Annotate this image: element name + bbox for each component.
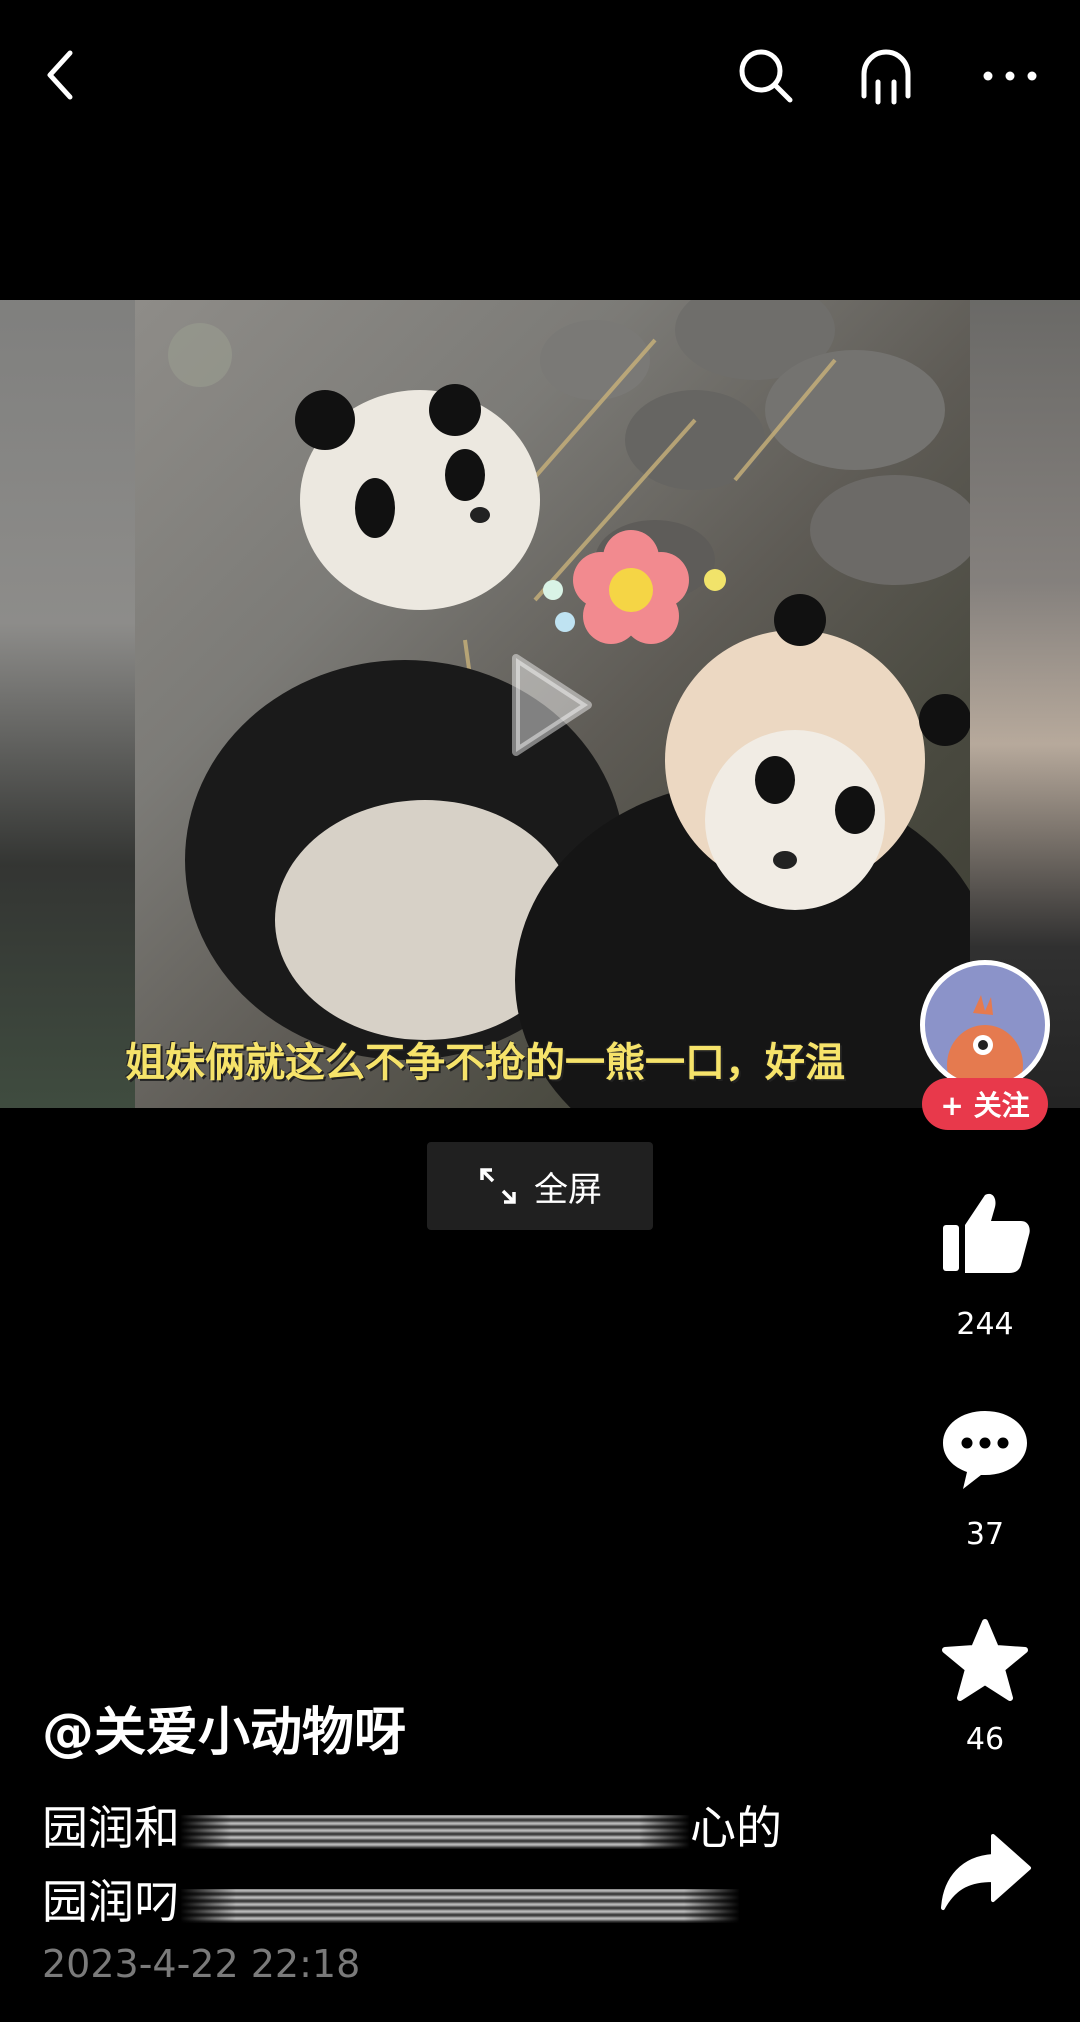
more-horizontal-icon [983,71,1037,81]
back-button[interactable] [30,35,90,115]
comment-action[interactable]: 37 [918,1405,1052,1552]
fullscreen-button[interactable]: 全屏 [427,1142,653,1230]
search-button[interactable] [730,40,802,112]
redacted-text [180,1888,740,1923]
star-icon [942,1619,1028,1701]
play-button[interactable] [498,650,598,760]
avatar-image [947,995,1023,1085]
headphones-icon [861,49,911,105]
favorite-count: 46 [965,1722,1005,1757]
description-line-2-start: 园润叼 [42,1875,180,1929]
video-blur-left [0,300,135,1108]
follow-label: + 关注 [940,1089,1030,1122]
like-action[interactable]: 244 [918,1185,1052,1342]
share-icon [941,1834,1031,1910]
comment-icon [943,1411,1027,1489]
video-subtitle: 姐妹俩就这么不争不抢的一熊一口，好温 [125,1040,845,1086]
share-action[interactable] [918,1830,1052,1918]
video-player[interactable]: 姐妹俩就这么不争不抢的一熊一口，好温 [0,300,1080,1108]
more-button[interactable] [970,40,1050,112]
thumbs-up-icon [943,1193,1030,1273]
expand-icon [480,1168,516,1204]
redacted-text [180,1814,690,1849]
creator-avatar[interactable] [920,960,1050,1090]
search-icon [739,49,793,103]
description-line-1-end: 心的 [690,1801,782,1855]
play-icon [512,654,592,756]
listen-button[interactable] [850,40,922,112]
fullscreen-label: 全屏 [534,1169,602,1210]
description-line-2: 园润叼 [42,1866,740,1932]
description-line-1-start: 园润和 [42,1801,180,1855]
description-line-1: 园润和 心的 [42,1792,782,1858]
top-bar [0,0,1080,150]
follow-button[interactable]: + 关注 [922,1078,1048,1130]
chevron-left-icon [47,50,73,100]
favorite-action[interactable]: 46 [918,1618,1052,1757]
post-timestamp: 2023-4-22 22:18 [42,1942,361,1986]
like-count: 244 [956,1307,1014,1342]
comment-count: 37 [965,1517,1005,1552]
author-name[interactable]: @关爱小动物呀 [42,1690,406,1765]
